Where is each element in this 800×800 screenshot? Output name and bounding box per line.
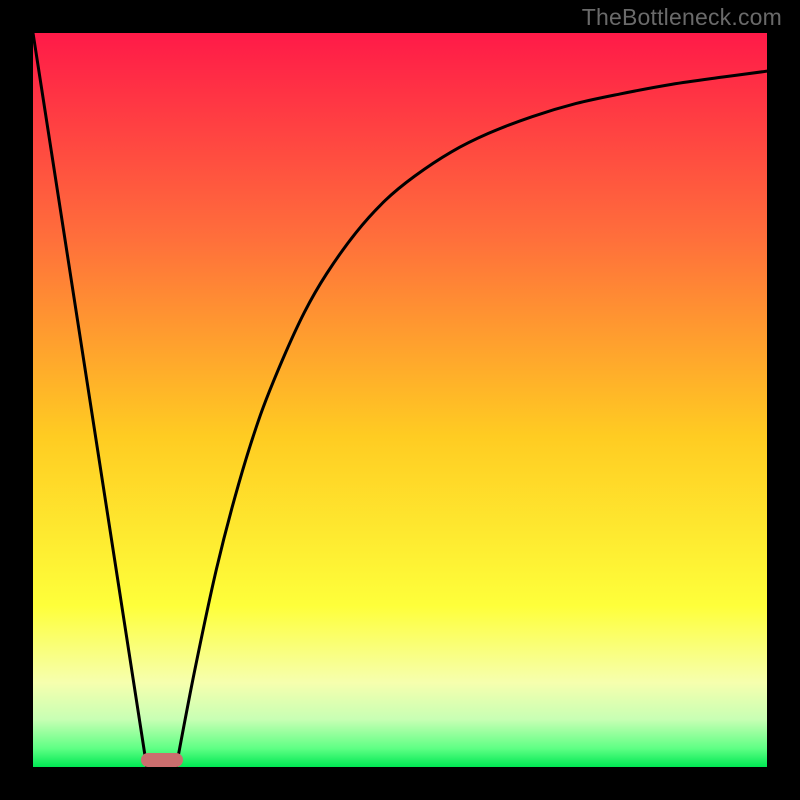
optimal-region-marker	[141, 753, 184, 767]
left-linear-segment	[33, 33, 147, 767]
chart-frame: TheBottleneck.com	[0, 0, 800, 800]
watermark-text: TheBottleneck.com	[582, 4, 782, 31]
plot-area	[33, 33, 767, 767]
curve-layer	[33, 33, 767, 767]
right-curve	[176, 71, 767, 767]
